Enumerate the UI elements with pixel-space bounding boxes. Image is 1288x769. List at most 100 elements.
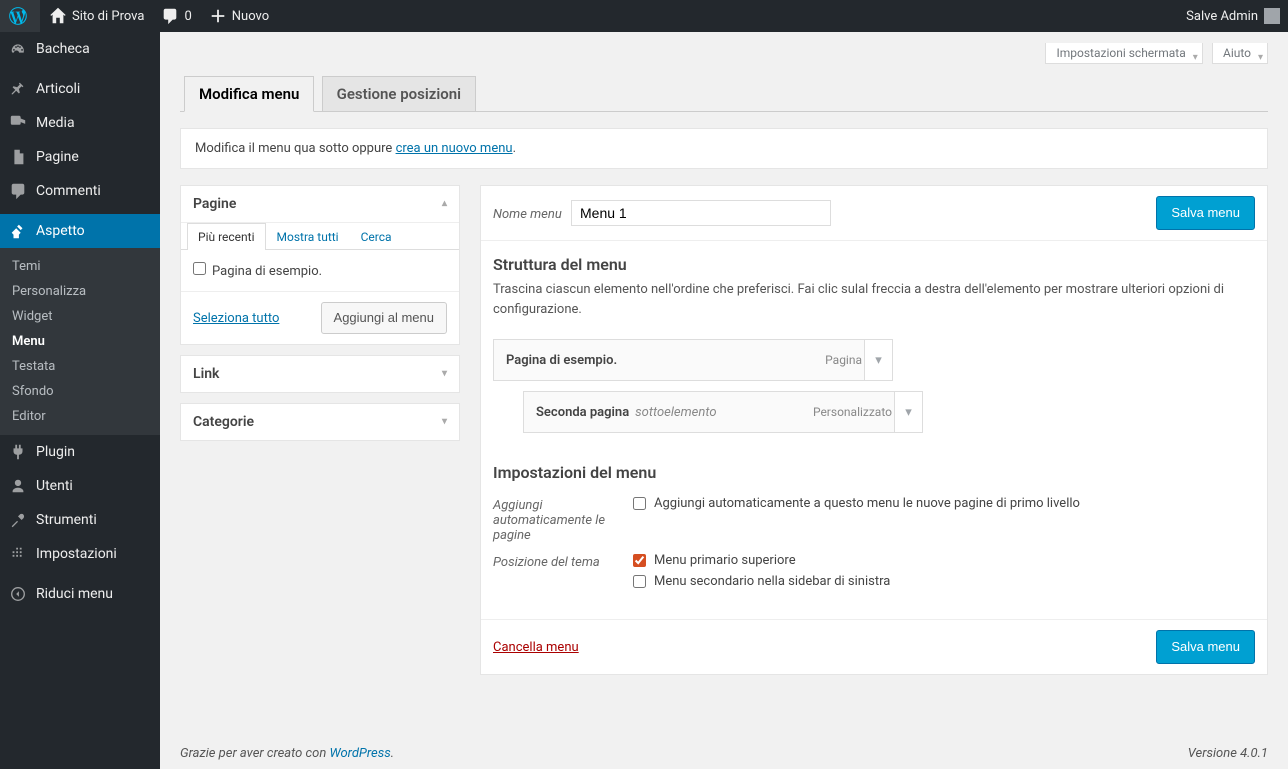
menu-media-label: Media	[36, 115, 75, 131]
manage-suffix: .	[513, 141, 516, 156]
avatar-icon	[1264, 8, 1280, 24]
wp-logo[interactable]	[0, 0, 40, 32]
submenu-editor[interactable]: Editor	[0, 404, 160, 429]
menu-name-input[interactable]	[571, 200, 831, 226]
footer-thankyou: Grazie per aver creato con WordPress.	[180, 746, 394, 761]
plus-icon	[208, 6, 228, 26]
new-label: Nuovo	[232, 9, 269, 24]
help-button[interactable]: Aiuto	[1212, 43, 1268, 64]
menu-users[interactable]: Utenti	[0, 469, 160, 503]
tab-edit-menus[interactable]: Modifica menu	[184, 76, 314, 112]
settings-title: Impostazioni del menu	[493, 463, 1255, 482]
menu-item-type: Personalizzato	[813, 405, 892, 419]
menu-users-label: Utenti	[36, 478, 73, 494]
menu-media[interactable]: Media	[0, 106, 160, 140]
page-checkbox-item[interactable]: Pagina di esempio.	[193, 262, 447, 279]
menu-comments[interactable]: Commenti	[0, 174, 160, 208]
menu-item-expand[interactable]: ▾	[894, 392, 922, 432]
submenu-themes[interactable]: Temi	[0, 254, 160, 279]
location-primary-checkbox[interactable]	[633, 554, 646, 567]
accordion-categories: Categorie ▾	[180, 403, 460, 441]
menu-pages[interactable]: Pagine	[0, 140, 160, 174]
wordpress-icon	[8, 6, 28, 26]
accordion-links: Link▾	[180, 355, 460, 393]
comment-icon	[160, 6, 180, 26]
submenu-menus[interactable]: Menu	[0, 329, 160, 354]
create-new-menu-link[interactable]: crea un nuovo menu	[396, 141, 513, 156]
menu-comments-label: Commenti	[36, 183, 101, 199]
my-account[interactable]: Salve Admin	[1178, 0, 1288, 32]
accordion-links-header[interactable]: Link▾	[181, 356, 459, 392]
add-to-menu-button[interactable]: Aggiungi al menu	[321, 302, 447, 334]
new-content-link[interactable]: Nuovo	[200, 0, 277, 32]
accordion-categories-header[interactable]: Categorie ▾	[181, 404, 459, 440]
menu-item[interactable]: Seconda paginasottoelemento Personalizza…	[523, 391, 923, 433]
submenu-background[interactable]: Sfondo	[0, 379, 160, 404]
manage-prefix: Modifica il menu qua sotto oppure	[195, 141, 396, 156]
tab-manage-locations[interactable]: Gestione posizioni	[322, 76, 476, 111]
menu-tools-label: Strumenti	[36, 512, 97, 528]
save-menu-button-top[interactable]: Salva menu	[1156, 196, 1255, 230]
chevron-down-icon: ▾	[442, 416, 447, 427]
menu-item-type: Pagina	[825, 353, 862, 367]
auto-add-checkbox[interactable]	[633, 497, 646, 510]
comments-link[interactable]: 0	[152, 0, 199, 32]
accordion-categories-title: Categorie	[193, 414, 254, 430]
chevron-up-icon: ▴	[442, 198, 447, 209]
menu-appearance-label: Aspetto	[36, 223, 85, 239]
screen-options-button[interactable]: Impostazioni schermata	[1045, 43, 1202, 64]
page-checkbox[interactable]	[193, 262, 206, 275]
howdy-text: Salve Admin	[1186, 9, 1258, 24]
submenu-widgets[interactable]: Widget	[0, 304, 160, 329]
menu-item[interactable]: Pagina di esempio. Pagina ▾	[493, 339, 893, 381]
menu-collapse[interactable]: Riduci menu	[0, 577, 160, 611]
structure-title: Struttura del menu	[493, 255, 1255, 274]
nav-tab-wrapper: Modifica menu Gestione posizioni	[180, 72, 1268, 112]
menu-item-title: Seconda paginasottoelemento	[536, 405, 717, 420]
structure-desc: Trascina ciascun elemento nell'ordine ch…	[493, 280, 1255, 319]
pages-tab-recent[interactable]: Più recenti	[187, 223, 266, 250]
select-all-link[interactable]: Seleziona tutto	[193, 311, 279, 326]
settings-icon	[8, 544, 28, 564]
menu-item-expand[interactable]: ▾	[864, 340, 892, 380]
menu-plugins[interactable]: Plugin	[0, 435, 160, 469]
footer-wordpress-link[interactable]: WordPress	[329, 746, 390, 761]
menu-collapse-label: Riduci menu	[36, 586, 113, 602]
menu-settings-label: Impostazioni	[36, 546, 117, 562]
collapse-icon	[8, 584, 28, 604]
manage-menus-notice: Modifica il menu qua sotto oppure crea u…	[180, 128, 1268, 169]
accordion-pages-header[interactable]: Pagine ▴	[181, 186, 459, 222]
menu-dashboard[interactable]: Bacheca	[0, 32, 160, 66]
menu-tools[interactable]: Strumenti	[0, 503, 160, 537]
comments-count: 0	[184, 9, 191, 24]
pin-icon	[8, 79, 28, 99]
location-primary-option[interactable]: Menu primario superiore	[633, 553, 1255, 568]
save-menu-button-bottom[interactable]: Salva menu	[1156, 630, 1255, 664]
menu-item-subelement: sottoelemento	[635, 405, 716, 420]
accordion-pages: Pagine ▴ Più recenti Mostra tutti Cerca P…	[180, 185, 460, 345]
menu-item-title: Pagina di esempio.	[506, 353, 617, 368]
auto-add-label: Aggiungi automaticamente le pagine	[493, 492, 633, 549]
location-secondary-checkbox[interactable]	[633, 575, 646, 588]
appearance-icon	[8, 221, 28, 241]
accordion-links-title: Link	[193, 366, 219, 382]
pages-tab-search[interactable]: Cerca	[350, 223, 403, 250]
location-secondary-option[interactable]: Menu secondario nella sidebar di sinistr…	[633, 574, 1255, 589]
page-icon	[8, 147, 28, 167]
footer-version: Versione 4.0.1	[1188, 746, 1268, 761]
site-name-link[interactable]: Sito di Prova	[40, 0, 152, 32]
menu-appearance[interactable]: Aspetto	[0, 214, 160, 248]
users-icon	[8, 476, 28, 496]
submenu-customize[interactable]: Personalizza	[0, 279, 160, 304]
menu-dashboard-label: Bacheca	[36, 41, 90, 57]
menu-posts[interactable]: Articoli	[0, 72, 160, 106]
auto-add-option[interactable]: Aggiungi automaticamente a questo menu l…	[633, 496, 1255, 511]
delete-menu-link[interactable]: Cancella menu	[493, 640, 579, 655]
submenu-appearance: Temi Personalizza Widget Menu Testata Sf…	[0, 248, 160, 435]
accordion-pages-title: Pagine	[193, 196, 236, 212]
plugin-icon	[8, 442, 28, 462]
menu-settings[interactable]: Impostazioni	[0, 537, 160, 571]
pages-tab-all[interactable]: Mostra tutti	[266, 223, 350, 250]
tools-icon	[8, 510, 28, 530]
submenu-header[interactable]: Testata	[0, 354, 160, 379]
